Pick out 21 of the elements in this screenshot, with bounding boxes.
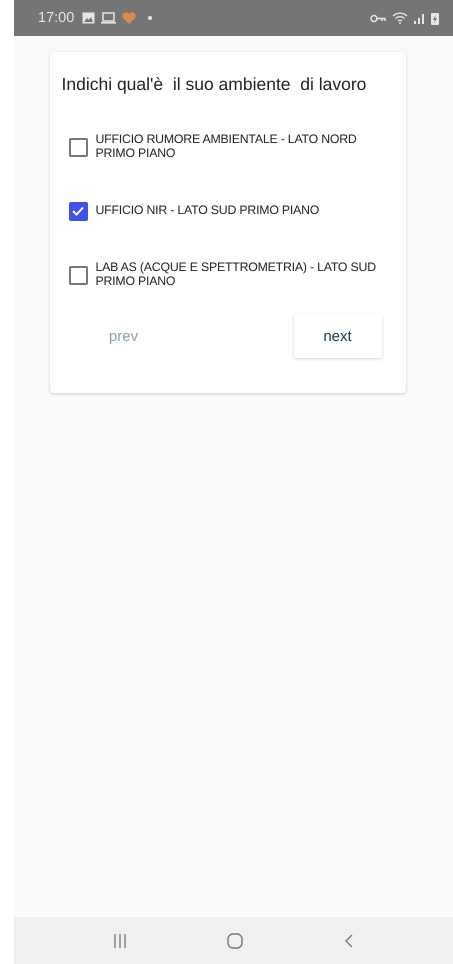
- check-icon: [72, 206, 84, 216]
- key-icon: [370, 14, 386, 22]
- checkbox[interactable]: [68, 202, 88, 220]
- back-icon[interactable]: [344, 934, 353, 948]
- status-time: 17:00: [38, 10, 74, 26]
- option-label: UFFICIO NIR - LATO SUD PRIMO PIANO: [96, 204, 320, 218]
- recent-apps-icon[interactable]: [114, 934, 126, 948]
- question-title: Indichi qual'è il suo ambiente di lavoro: [62, 74, 368, 95]
- checkbox[interactable]: [68, 138, 88, 156]
- option-label: LAB AS (ACQUE E SPETTROMETRIA) - LATO SUD PRIMO PIANO: [96, 261, 377, 289]
- next-button[interactable]: next: [294, 314, 382, 358]
- laptop-icon: [101, 12, 116, 24]
- dot-icon: [148, 16, 152, 20]
- home-icon[interactable]: [226, 932, 243, 948]
- signal-icon: [414, 12, 425, 24]
- image-icon: [82, 12, 96, 24]
- heart-icon: [122, 12, 136, 24]
- battery-icon: [431, 12, 439, 24]
- option-label: UFFICIO RUMORE AMBIENTALE - LATO NORD PRIMO PIANO: [96, 133, 358, 161]
- wifi-icon: [392, 12, 408, 24]
- checkbox[interactable]: [68, 266, 88, 284]
